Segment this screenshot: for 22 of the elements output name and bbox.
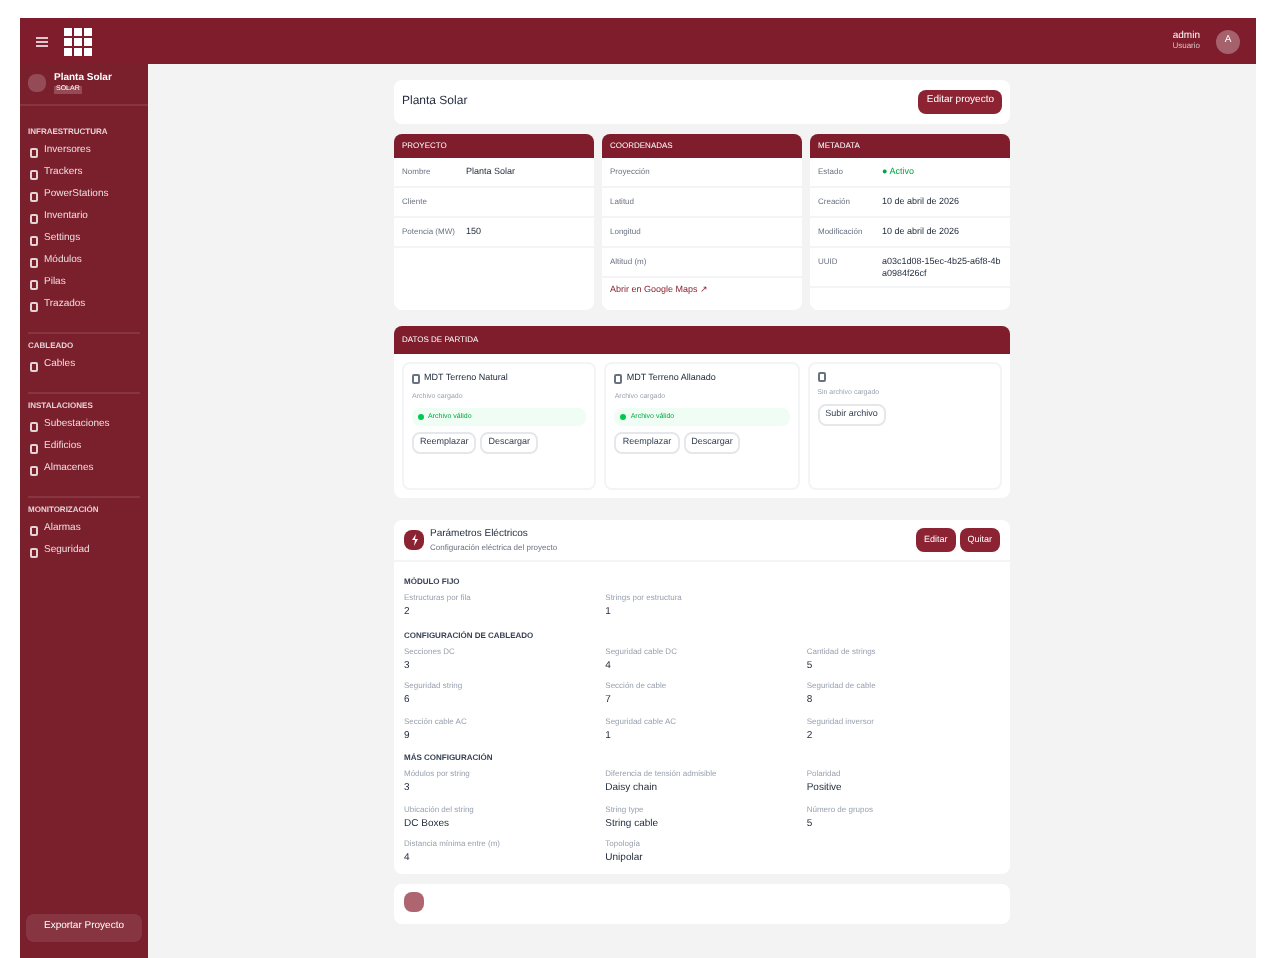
page-icon [30,525,38,535]
page-icon [30,547,38,557]
page-icon [30,147,38,157]
file-icon [817,372,826,382]
file-icon [614,373,623,384]
page-icon [30,443,38,453]
page-icon [30,235,38,245]
page-icon [30,279,38,289]
page-icon [30,213,38,223]
page-icon [30,465,38,475]
page-icon [30,257,38,267]
page-icon [30,169,38,179]
menu-icon[interactable] [36,35,48,47]
card-icon [404,891,424,911]
file-icon [412,373,420,384]
page-icon [30,421,38,431]
project-icon [28,74,46,93]
page-icon [30,361,38,371]
page-icon [30,301,38,311]
bolt-icon [404,530,424,550]
grid-logo-icon [64,27,92,55]
page-icon [30,191,38,201]
